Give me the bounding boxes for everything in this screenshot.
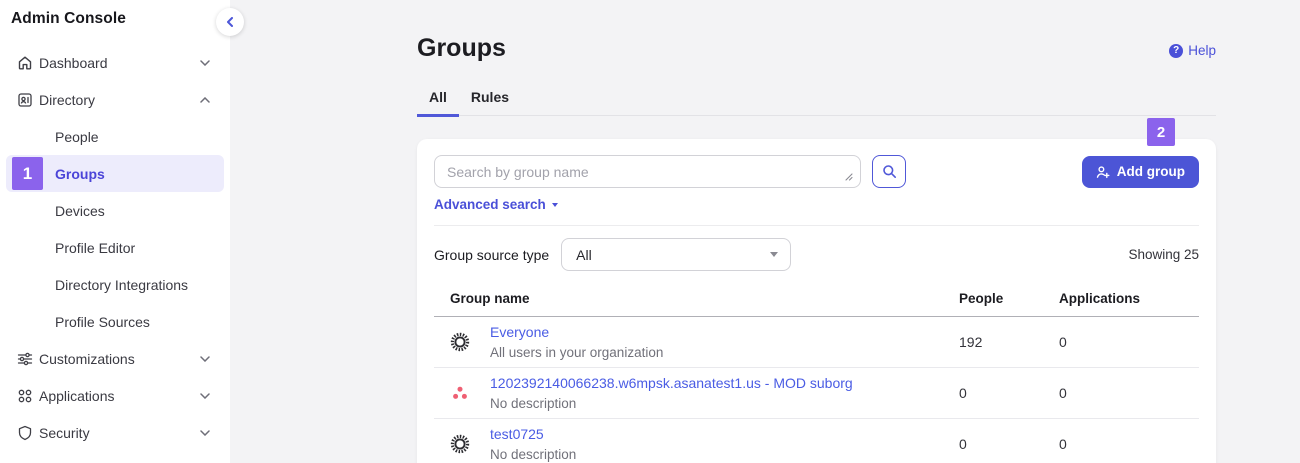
sidebar: Admin Console 1 Dashboard Directory Peop… [0, 0, 230, 463]
column-header-applications: Applications [1059, 291, 1199, 306]
search-button[interactable] [872, 155, 906, 188]
showing-count: Showing 25 [1128, 247, 1199, 262]
sidebar-item-directory[interactable]: Directory [6, 81, 224, 118]
tab-all[interactable]: All [417, 89, 459, 117]
sidebar-item-label: Directory Integrations [55, 277, 210, 293]
sidebar-item-label: People [55, 129, 210, 145]
okta-group-icon [450, 434, 470, 454]
directory-icon [17, 92, 33, 108]
sidebar-item-profile-editor[interactable]: Profile Editor [6, 229, 224, 266]
group-name-cell: Everyone All users in your organization [434, 324, 959, 360]
chevron-up-icon [200, 97, 210, 103]
advanced-search-label: Advanced search [434, 197, 546, 212]
tab-bar: All Rules [417, 89, 1216, 116]
annotation-step-2: 2 [1147, 118, 1175, 146]
sidebar-item-label: Applications [39, 388, 200, 404]
caret-down-icon [770, 252, 778, 257]
sidebar-item-profile-sources[interactable]: Profile Sources [6, 303, 224, 340]
group-link[interactable]: 1202392140066238.w6mpsk.asanatest1.us - … [490, 375, 853, 391]
sidebar-item-label: Directory [39, 92, 200, 108]
applications-count: 0 [1059, 436, 1199, 452]
search-icon [882, 164, 897, 179]
divider [434, 225, 1199, 226]
help-label: Help [1188, 43, 1216, 58]
home-icon [17, 55, 33, 71]
resize-handle-icon[interactable] [844, 172, 853, 181]
sidebar-item-dashboard[interactable]: Dashboard [6, 44, 224, 81]
search-input[interactable] [434, 155, 861, 188]
sliders-icon [17, 351, 33, 367]
group-link[interactable]: Everyone [490, 324, 549, 340]
sidebar-item-directory-integrations[interactable]: Directory Integrations [6, 266, 224, 303]
table-row: test0725 No description 0 0 [434, 419, 1199, 463]
table-row: Everyone All users in your organization … [434, 317, 1199, 368]
chevron-down-icon [200, 393, 210, 399]
add-group-button[interactable]: Add group [1082, 156, 1199, 188]
sidebar-item-security[interactable]: Security [6, 414, 224, 451]
apps-grid-icon [17, 388, 33, 404]
groups-table: Group name People Applications Everyone … [434, 285, 1199, 463]
person-plus-icon [1096, 165, 1110, 179]
applications-count: 0 [1059, 334, 1199, 350]
search-box [434, 155, 861, 188]
group-name-cell: 1202392140066238.w6mpsk.asanatest1.us - … [434, 375, 959, 411]
column-header-group-name: Group name [434, 291, 959, 306]
group-source-type-label: Group source type [434, 247, 549, 263]
group-description: No description [490, 447, 576, 462]
sidebar-nav: Dashboard Directory People Groups Device… [0, 44, 230, 451]
column-header-people: People [959, 291, 1059, 306]
sidebar-collapse-button[interactable] [216, 8, 244, 36]
people-count: 0 [959, 436, 1059, 452]
page-title: Groups [417, 34, 506, 63]
tab-rules[interactable]: Rules [459, 89, 521, 117]
sidebar-item-applications[interactable]: Applications [6, 377, 224, 414]
shield-icon [17, 425, 33, 441]
group-name-cell: test0725 No description [434, 426, 959, 462]
sidebar-item-label: Profile Sources [55, 314, 210, 330]
search-row: Add group [434, 155, 1199, 188]
sidebar-item-customizations[interactable]: Customizations [6, 340, 224, 377]
chevron-down-icon [200, 60, 210, 66]
caret-down-icon [552, 203, 558, 207]
annotation-step-1: 1 [12, 157, 43, 190]
sidebar-item-label: Profile Editor [55, 240, 210, 256]
group-description: No description [490, 396, 853, 411]
applications-count: 0 [1059, 385, 1199, 401]
group-description: All users in your organization [490, 345, 663, 360]
okta-group-icon [450, 332, 470, 352]
sidebar-item-people[interactable]: People [6, 118, 224, 155]
sidebar-item-label: Groups [55, 166, 210, 182]
page-header: Groups ? Help [417, 34, 1216, 63]
help-link[interactable]: ? Help [1169, 43, 1216, 58]
sidebar-item-devices[interactable]: Devices [6, 192, 224, 229]
table-header: Group name People Applications [434, 285, 1199, 317]
chevron-down-icon [200, 356, 210, 362]
group-link[interactable]: test0725 [490, 426, 544, 442]
main-content: Groups ? Help All Rules 2 [230, 0, 1300, 463]
groups-card: 2 Add group Advanced search [417, 139, 1216, 463]
table-row: 1202392140066238.w6mpsk.asanatest1.us - … [434, 368, 1199, 419]
chevron-left-icon [226, 17, 234, 27]
chevron-down-icon [200, 430, 210, 436]
advanced-search-link[interactable]: Advanced search [434, 197, 558, 212]
sidebar-item-label: Customizations [39, 351, 200, 367]
app-title: Admin Console [0, 0, 230, 28]
sidebar-item-label: Devices [55, 203, 210, 219]
filter-row: Group source type All Showing 25 [434, 238, 1199, 271]
people-count: 192 [959, 334, 1059, 350]
help-icon: ? [1169, 44, 1183, 58]
asana-icon [450, 383, 470, 403]
people-count: 0 [959, 385, 1059, 401]
group-source-type-select[interactable]: All [561, 238, 791, 271]
sidebar-item-label: Security [39, 425, 200, 441]
add-group-label: Add group [1117, 164, 1185, 179]
select-value: All [576, 247, 592, 263]
sidebar-item-label: Dashboard [39, 55, 200, 71]
